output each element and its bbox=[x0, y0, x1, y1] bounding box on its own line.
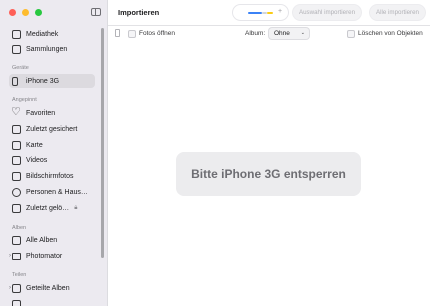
shared-album-icon bbox=[12, 299, 21, 306]
sidebar-item-label: Personen & Haus… bbox=[26, 188, 88, 196]
trash-icon bbox=[12, 203, 21, 213]
sidebar-item-label: Bildschirmfotos bbox=[26, 172, 74, 180]
sidebar-item-label: iPhone 3G bbox=[26, 77, 60, 85]
sidebar-item-label: Favoriten bbox=[26, 109, 56, 117]
recently-saved-icon bbox=[12, 124, 21, 134]
sidebar-item-personen[interactable]: Personen & Haus… bbox=[12, 185, 88, 199]
iphone-icon bbox=[12, 76, 18, 86]
chevron-right-icon[interactable]: › bbox=[9, 253, 11, 259]
sidebar-item-karte[interactable]: Karte bbox=[12, 138, 43, 152]
sidebar-scrollbar[interactable] bbox=[101, 28, 104, 258]
sidebar-item-videos[interactable]: Videos bbox=[12, 153, 47, 167]
sidebar-item-zuletzt-geloescht[interactable]: Zuletzt gelö… 🔒︎ bbox=[12, 201, 77, 215]
sidebar-item-geteilte-alben[interactable]: Geteilte Alben bbox=[12, 281, 70, 295]
album-label: Album: bbox=[245, 30, 266, 37]
import-content-area: Bitte iPhone 3G entsperren bbox=[108, 42, 430, 306]
sidebar-item-photomator[interactable]: Photomator bbox=[12, 249, 62, 263]
sidebar-item-zuletzt-gesichert[interactable]: Zuletzt gesichert bbox=[12, 122, 77, 136]
sidebar-item-partial[interactable] bbox=[12, 297, 26, 306]
progress-segment-yellow bbox=[267, 12, 273, 14]
open-photos-label: Fotos öffnen bbox=[139, 30, 176, 37]
album-select-value: Ohne bbox=[274, 30, 290, 37]
minimize-window-button[interactable] bbox=[22, 9, 29, 16]
import-progress-indicator: + bbox=[233, 5, 288, 20]
albums-section-header: Alben bbox=[12, 225, 27, 231]
video-icon bbox=[12, 155, 21, 165]
folder-icon bbox=[12, 252, 21, 260]
open-photos-checkbox[interactable] bbox=[128, 30, 136, 38]
sidebar-item-label: Geteilte Alben bbox=[26, 284, 70, 292]
sidebar-item-label: Alle Alben bbox=[26, 236, 58, 244]
unlock-device-message: Bitte iPhone 3G entsperren bbox=[176, 152, 361, 196]
sidebar-item-bildschirmfotos[interactable]: Bildschirmfotos bbox=[12, 169, 73, 183]
photos-library-icon bbox=[12, 29, 21, 39]
window-controls bbox=[9, 9, 42, 16]
delete-items-label: Löschen von Objekten bbox=[358, 30, 423, 37]
sidebar-item-label: Mediathek bbox=[26, 30, 59, 38]
sidebar-item-iphone[interactable]: iPhone 3G bbox=[9, 74, 95, 88]
pinned-section-header: Angepinnt bbox=[12, 97, 37, 103]
sidebar-item-sammlungen[interactable]: Sammlungen bbox=[12, 42, 67, 56]
import-options-bar: Fotos öffnen Album: Ohne ⌄ Löschen von O… bbox=[108, 26, 430, 42]
heart-icon bbox=[11, 105, 21, 118]
albums-icon bbox=[12, 235, 21, 245]
shared-albums-icon bbox=[12, 283, 21, 293]
import-selected-button[interactable]: Auswahl importieren bbox=[293, 5, 361, 20]
iphone-icon bbox=[115, 29, 120, 37]
titlebar: Importieren + Auswahl importieren Alle i… bbox=[108, 0, 430, 26]
sidebar-item-label: Karte bbox=[26, 141, 43, 149]
map-icon bbox=[12, 140, 21, 150]
people-icon bbox=[12, 187, 21, 197]
sidebar: Mediathek Sammlungen Geräte iPhone 3G An… bbox=[0, 0, 108, 306]
sidebar-item-label: Sammlungen bbox=[26, 45, 68, 53]
photos-import-window: Mediathek Sammlungen Geräte iPhone 3G An… bbox=[0, 0, 430, 306]
sidebar-toggle-icon[interactable] bbox=[91, 8, 101, 16]
import-all-button[interactable]: Alle importieren bbox=[370, 5, 425, 20]
sharing-section-header: Teilen bbox=[12, 272, 27, 278]
sidebar-item-label: Photomator bbox=[26, 252, 63, 260]
sidebar-item-alle-alben[interactable]: Alle Alben bbox=[12, 233, 57, 247]
sidebar-item-favoriten[interactable]: Favoriten bbox=[11, 105, 56, 120]
progress-segment-blue bbox=[248, 12, 262, 14]
collections-icon bbox=[12, 44, 21, 54]
lock-icon: 🔒︎ bbox=[74, 204, 78, 211]
page-title: Importieren bbox=[118, 8, 160, 17]
chevron-right-icon[interactable]: › bbox=[9, 285, 11, 291]
sidebar-item-mediathek[interactable]: Mediathek bbox=[12, 27, 58, 41]
plus-icon: + bbox=[278, 8, 283, 15]
album-select[interactable]: Ohne ⌄ bbox=[269, 28, 309, 39]
chevron-down-icon: ⌄ bbox=[300, 30, 305, 36]
screenshot-icon bbox=[12, 171, 21, 181]
zoom-window-button[interactable] bbox=[35, 9, 42, 16]
sidebar-item-label: Zuletzt gesichert bbox=[26, 125, 78, 133]
close-window-button[interactable] bbox=[9, 9, 16, 16]
devices-section-header: Geräte bbox=[12, 65, 29, 71]
sidebar-item-label: Zuletzt gelö… bbox=[26, 204, 70, 212]
sidebar-item-label: Videos bbox=[26, 156, 48, 164]
delete-items-checkbox[interactable] bbox=[347, 30, 355, 38]
